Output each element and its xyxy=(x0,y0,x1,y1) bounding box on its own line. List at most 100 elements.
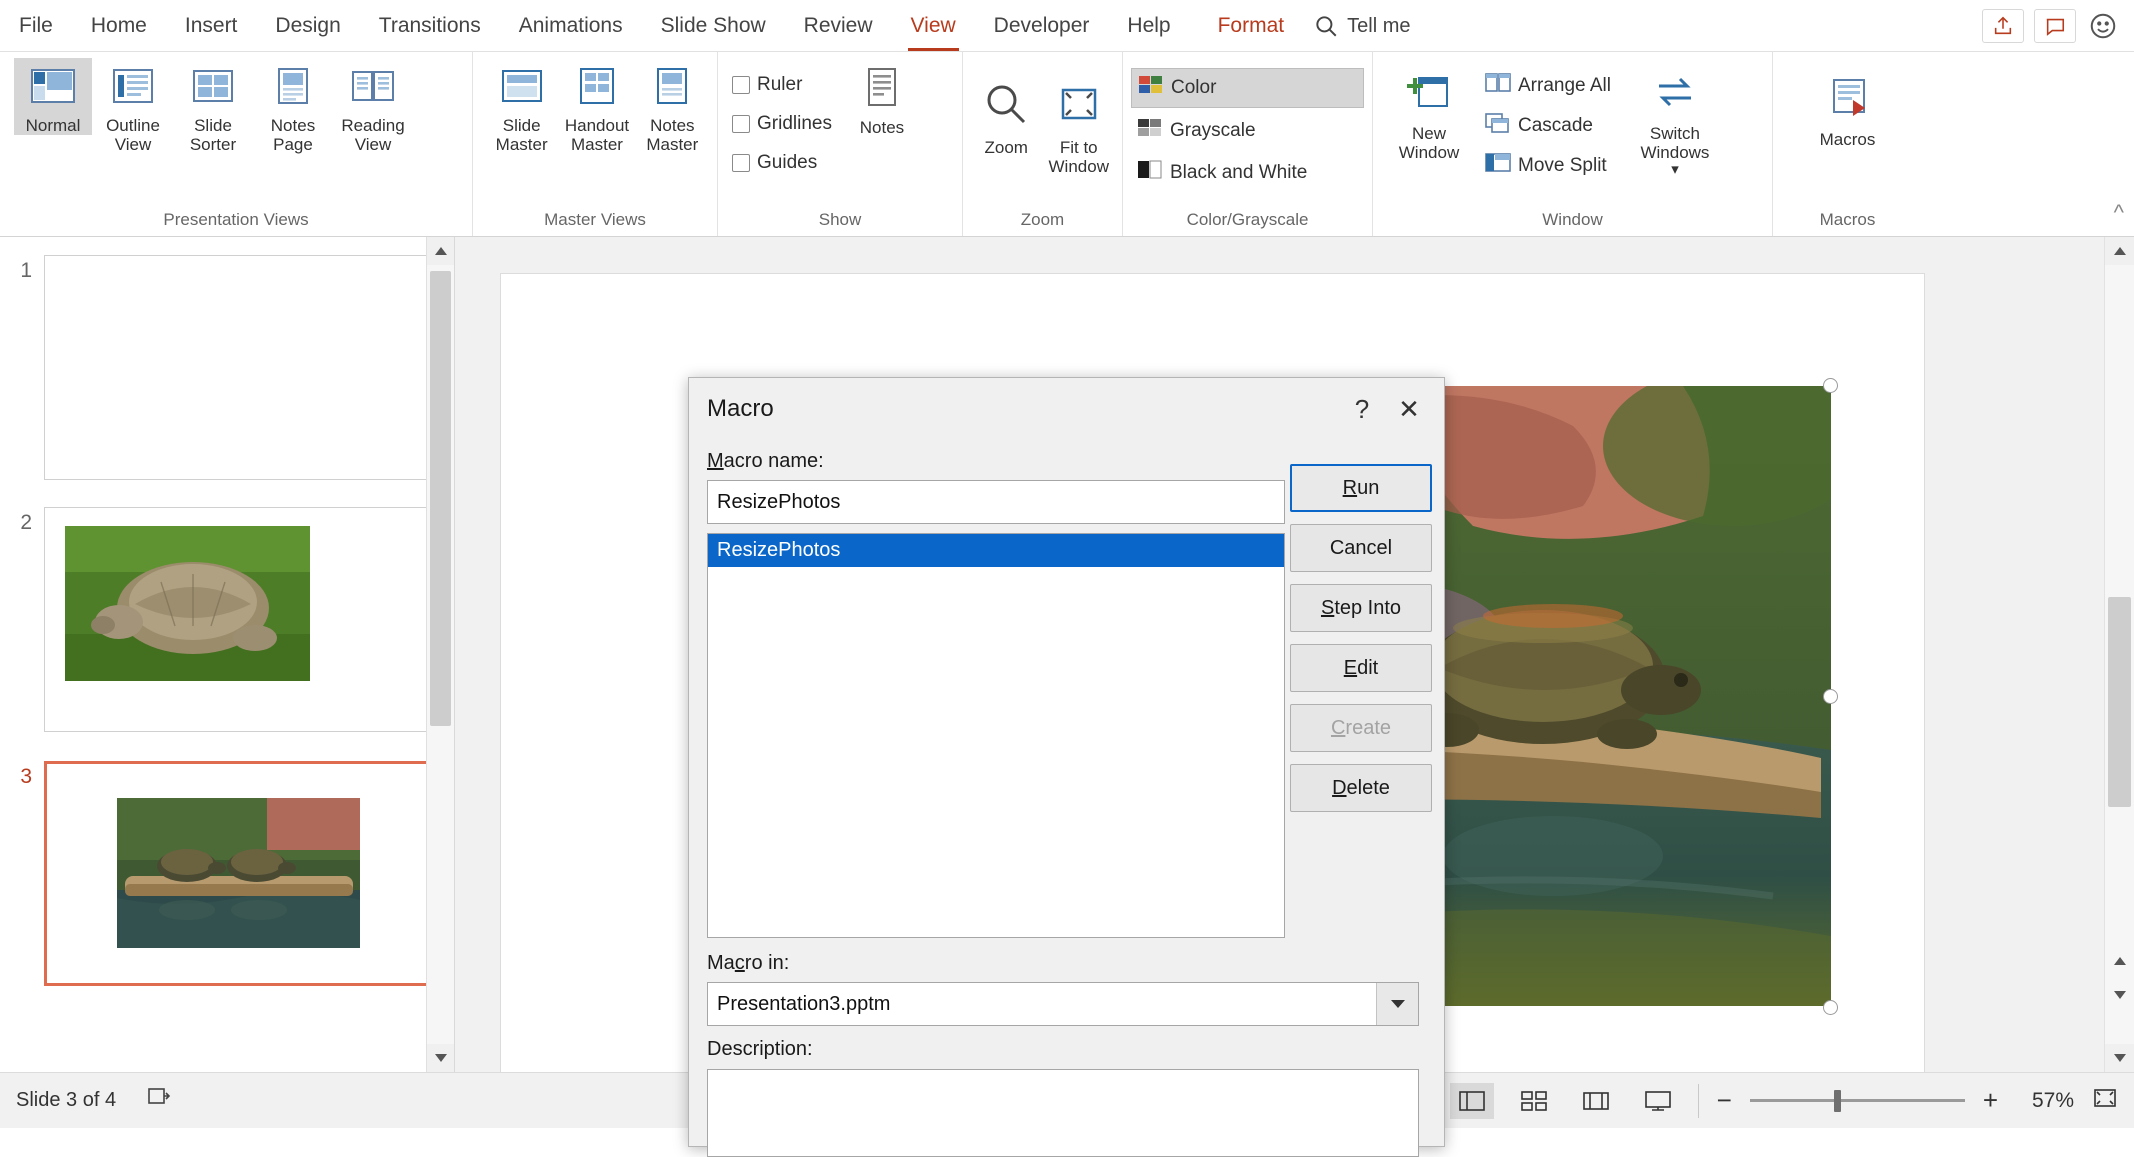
view-slideshow-button[interactable] xyxy=(1636,1083,1680,1119)
zoom-out-button[interactable]: − xyxy=(1717,1085,1732,1116)
thumbnail-number-2: 2 xyxy=(20,511,32,534)
tab-design[interactable]: Design xyxy=(256,1,359,51)
normal-view-icon xyxy=(29,66,77,110)
ribbon-button-new-window[interactable]: New Window xyxy=(1381,64,1477,162)
view-reading-button[interactable] xyxy=(1574,1083,1618,1119)
cascade-icon xyxy=(1485,112,1511,140)
zoom-slider-handle[interactable] xyxy=(1833,1089,1841,1112)
status-bar-right: Notes xyxy=(1346,1082,2118,1119)
tab-format-contextual[interactable]: Format xyxy=(1190,1,1304,51)
ribbon-button-slide-sorter[interactable]: Slide Sorter xyxy=(174,58,252,154)
macro-dialog-title-bar[interactable]: Macro ? ✕ xyxy=(689,378,1444,440)
checkbox-guides[interactable]: Guides xyxy=(726,148,838,178)
ribbon-button-reading-view[interactable]: Reading View xyxy=(334,58,412,154)
thumbnail-slide-1[interactable]: 1 xyxy=(0,255,429,480)
slide-counter[interactable]: Slide 3 of 4 xyxy=(16,1089,116,1112)
thumbnail-slide-3[interactable]: 3 xyxy=(0,761,429,986)
tab-help[interactable]: Help xyxy=(1108,1,1189,51)
ribbon-button-cascade-label: Cascade xyxy=(1518,115,1593,136)
slide-sorter-icon xyxy=(189,66,237,110)
accessibility-icon[interactable] xyxy=(130,1085,172,1117)
ribbon-button-color[interactable]: Color xyxy=(1131,68,1364,108)
zoom-slider[interactable] xyxy=(1749,1089,1965,1112)
ribbon-button-handout-master[interactable]: Handout Master xyxy=(560,58,633,154)
tab-developer[interactable]: Developer xyxy=(975,1,1109,51)
view-normal-button[interactable] xyxy=(1449,1082,1494,1119)
thumbnail-scroll-down-arrow[interactable] xyxy=(427,1044,454,1072)
ribbon-button-notes[interactable]: Notes xyxy=(840,58,924,137)
picture-handle-middle-right[interactable] xyxy=(1823,689,1838,704)
run-button[interactable]: Run xyxy=(1290,464,1432,512)
ribbon-group-label-zoom: Zoom xyxy=(1020,210,1065,229)
thumbnail-scroll-up-arrow[interactable] xyxy=(427,237,454,265)
slide-vertical-scrollbar[interactable] xyxy=(2104,237,2134,1072)
description-textarea[interactable] xyxy=(707,1069,1419,1157)
ribbon-group-macros: Macros Macros xyxy=(1772,52,1922,236)
macro-list-item-0[interactable]: ResizePhotos xyxy=(708,534,1284,567)
ribbon-button-switch-windows[interactable]: Switch Windows ▾ xyxy=(1619,64,1731,179)
tab-insert[interactable]: Insert xyxy=(166,1,257,51)
view-slide-sorter-button[interactable] xyxy=(1512,1083,1556,1119)
notes-page-icon xyxy=(269,66,317,110)
zoom-percentage[interactable]: 57% xyxy=(2016,1089,2074,1113)
search-icon xyxy=(1313,13,1339,39)
share-button[interactable] xyxy=(1982,9,2024,43)
ribbon-button-slide-master[interactable]: Slide Master xyxy=(485,58,558,154)
zoom-in-button[interactable]: + xyxy=(1983,1085,1998,1116)
thumbnail-slide-2[interactable]: 2 xyxy=(0,507,429,732)
ribbon-button-notes-master[interactable]: Notes Master xyxy=(636,58,709,154)
tell-me-box[interactable]: Tell me xyxy=(1303,1,1420,51)
tab-review[interactable]: Review xyxy=(785,1,892,51)
ribbon-button-cascade[interactable]: Cascade xyxy=(1479,108,1617,144)
feedback-smiley-icon[interactable] xyxy=(2086,9,2120,43)
picture-handle-top-right[interactable] xyxy=(1823,378,1838,393)
tab-file[interactable]: File xyxy=(0,1,72,51)
thumbnail-scrollbar[interactable] xyxy=(426,237,454,1072)
delete-button[interactable]: Delete xyxy=(1290,764,1432,812)
ribbon-button-macros-label: Macros xyxy=(1819,130,1876,150)
comments-button[interactable] xyxy=(2034,9,2076,43)
step-into-button[interactable]: Step Into xyxy=(1290,584,1432,632)
ribbon-button-move-split[interactable]: Move Split xyxy=(1479,148,1617,184)
tab-animations[interactable]: Animations xyxy=(500,1,642,51)
zoom-slider-track xyxy=(1749,1099,1965,1102)
ribbon-button-normal[interactable]: Normal xyxy=(14,58,92,136)
edit-button[interactable]: Edit xyxy=(1290,644,1432,692)
help-icon[interactable]: ? xyxy=(1342,387,1382,431)
ribbon-button-macros[interactable]: Macros xyxy=(1796,68,1900,149)
tab-view[interactable]: View xyxy=(892,1,975,51)
ribbon-button-fit-to-window[interactable]: Fit to Window xyxy=(1044,72,1115,176)
macro-in-combobox[interactable]: Presentation3.pptm xyxy=(707,982,1419,1026)
tab-transitions[interactable]: Transitions xyxy=(360,1,500,51)
new-window-icon xyxy=(1405,72,1453,118)
macro-list[interactable]: ResizePhotos xyxy=(707,533,1285,938)
macro-dialog[interactable]: Macro ? ✕ Macro name: ResizePhotos Resiz… xyxy=(688,377,1445,1157)
ribbon-button-zoom[interactable]: Zoom xyxy=(971,72,1042,157)
move-split-icon xyxy=(1485,152,1511,180)
next-slide-button[interactable] xyxy=(2105,980,2134,1010)
slide-scroll-up-arrow[interactable] xyxy=(2105,237,2134,265)
ribbon-button-slide-sorter-label: Slide Sorter xyxy=(189,116,237,155)
cancel-button[interactable]: Cancel xyxy=(1290,524,1432,572)
ribbon-button-outline-view[interactable]: Outline View xyxy=(94,58,172,154)
ribbon-button-black-and-white[interactable]: Black and White xyxy=(1131,154,1364,192)
close-icon[interactable]: ✕ xyxy=(1382,387,1436,431)
description-label: Description: xyxy=(707,1038,813,1060)
fit-slide-to-window-icon[interactable] xyxy=(2092,1086,2118,1116)
thumbnail-image-tortoise xyxy=(65,526,310,681)
slide-scroll-down-arrow[interactable] xyxy=(2105,1044,2134,1072)
picture-handle-bottom-right[interactable] xyxy=(1823,1000,1838,1015)
ribbon-button-notes-page[interactable]: Notes Page xyxy=(254,58,332,154)
chevron-down-icon[interactable] xyxy=(1376,983,1418,1025)
slide-scroll-thumb[interactable] xyxy=(2108,597,2131,807)
tab-home[interactable]: Home xyxy=(72,1,166,51)
thumbnail-scroll-thumb[interactable] xyxy=(430,271,451,726)
previous-slide-button[interactable] xyxy=(2105,946,2134,976)
ribbon-button-arrange-all[interactable]: Arrange All xyxy=(1479,68,1617,104)
checkbox-ruler[interactable]: Ruler xyxy=(726,70,838,100)
tab-slide-show[interactable]: Slide Show xyxy=(642,1,785,51)
collapse-ribbon-icon[interactable]: ^ xyxy=(2114,200,2124,226)
ribbon-button-grayscale[interactable]: Grayscale xyxy=(1131,112,1364,150)
macro-name-input[interactable]: ResizePhotos xyxy=(707,480,1285,524)
checkbox-gridlines[interactable]: Gridlines xyxy=(726,109,838,139)
